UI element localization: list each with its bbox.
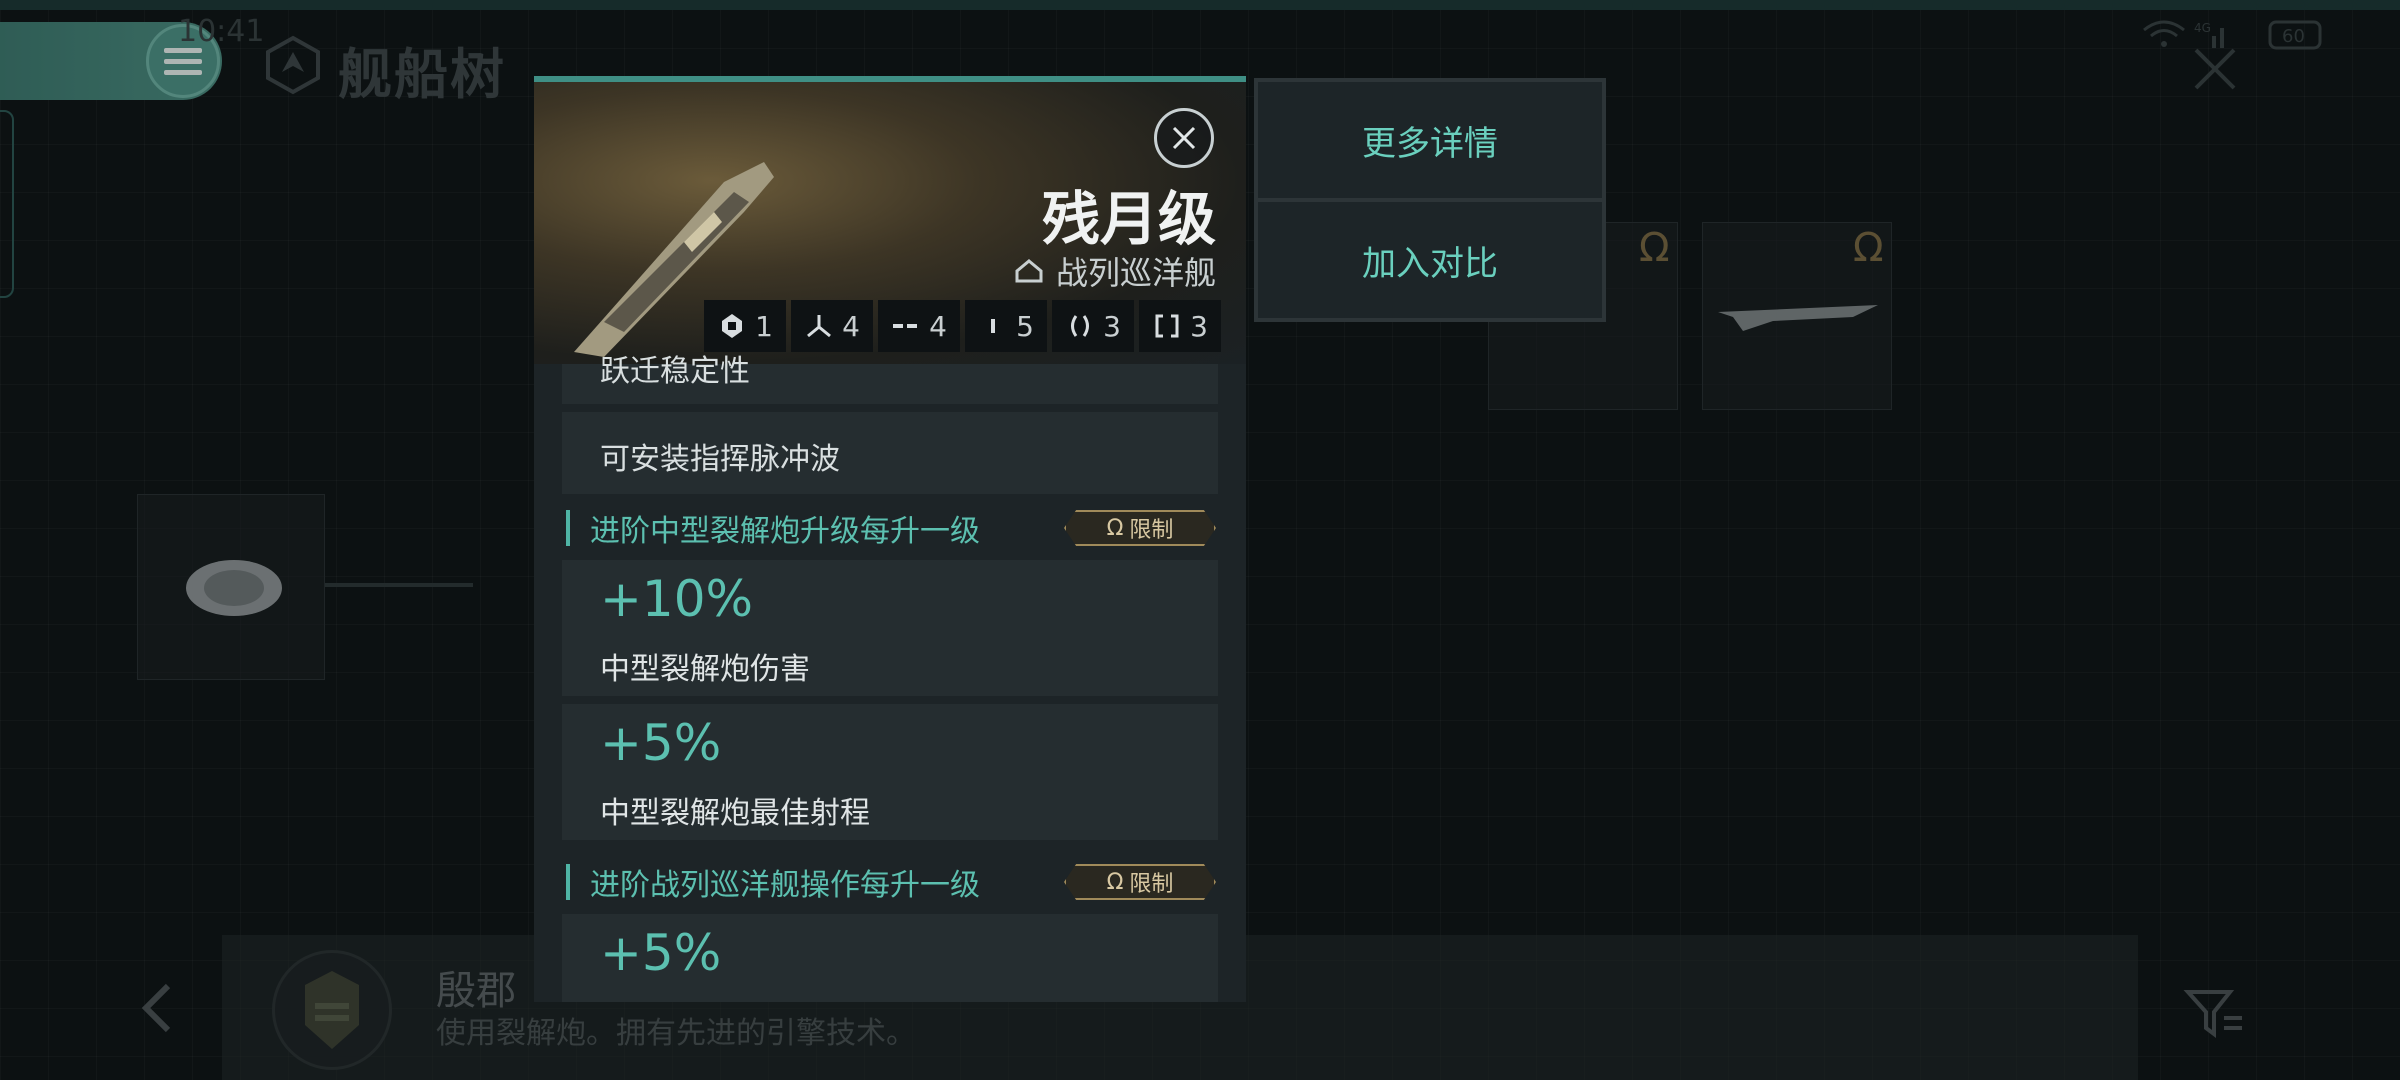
limit-badge[interactable]: Ω 限制	[1064, 510, 1216, 546]
ship-class-icon	[1015, 259, 1043, 283]
add-compare-button[interactable]: 加入对比	[1258, 202, 1602, 318]
stat-drones: 1	[704, 300, 786, 352]
ship-detail-modal: 残月级 战列巡洋舰 1 4 4 5 3 3 跃迁稳定性 可安装指挥脉冲波 进阶中…	[534, 76, 1246, 1002]
stat-brackets: 3	[1139, 300, 1221, 352]
stat-dashes: 4	[878, 300, 960, 352]
bonus-description: 中型裂解炮最佳射程	[600, 796, 870, 831]
omega-icon: Ω	[1106, 869, 1124, 895]
bar-icon	[991, 319, 996, 333]
dashes-icon	[893, 324, 918, 328]
section-header: 进阶战列巡洋舰操作每升一级	[566, 858, 980, 906]
bonus-value: +5%	[600, 714, 722, 772]
omega-icon: Ω	[1106, 515, 1124, 541]
section-title: 进阶战列巡洋舰操作每升一级	[590, 868, 980, 903]
tri-wing-icon	[807, 315, 832, 338]
ship-class-row: 战列巡洋舰	[1014, 248, 1216, 294]
bonus-value: +5%	[600, 924, 722, 982]
modal-close-button[interactable]	[1154, 108, 1214, 168]
bonus-card: +10% 中型裂解炮伤害	[562, 560, 1218, 696]
bonus-card: +5% 中型裂解炮最佳射程	[562, 704, 1218, 840]
section-header: 进阶中型裂解炮升级每升一级	[566, 504, 980, 552]
trait-row-cut: 跃迁稳定性	[562, 354, 1218, 404]
stat-bar: 1 4 4 5 3 3	[704, 300, 1221, 352]
trait-row: 可安装指挥脉冲波	[562, 412, 1218, 494]
bonus-value: +10%	[600, 570, 754, 628]
ship-name: 残月级	[1041, 185, 1216, 253]
trait-text: 可安装指挥脉冲波	[600, 442, 840, 477]
modal-scroll-content[interactable]: 跃迁稳定性 可安装指挥脉冲波 进阶中型裂解炮升级每升一级 Ω 限制 +10% 中…	[534, 354, 1246, 1002]
ship-hero-image: 残月级 战列巡洋舰 1 4 4 5 3 3	[534, 82, 1246, 364]
limit-badge[interactable]: Ω 限制	[1064, 864, 1216, 900]
close-icon	[1172, 126, 1196, 150]
action-menu: 更多详情 加入对比	[1254, 78, 1606, 322]
brackets-icon	[1155, 314, 1179, 338]
ship-class: 战列巡洋舰	[1055, 254, 1216, 292]
stat-bar-slot: 5	[965, 300, 1047, 352]
drone-icon	[722, 314, 743, 338]
section-title: 进阶中型裂解炮升级每升一级	[590, 514, 980, 549]
parens-icon	[1071, 315, 1090, 337]
stat-parens: 3	[1052, 300, 1134, 352]
bonus-description: 中型裂解炮伤害	[600, 652, 810, 687]
more-details-button[interactable]: 更多详情	[1258, 82, 1602, 198]
bonus-card: +5%	[562, 914, 1218, 1002]
stat-wings: 4	[791, 300, 873, 352]
